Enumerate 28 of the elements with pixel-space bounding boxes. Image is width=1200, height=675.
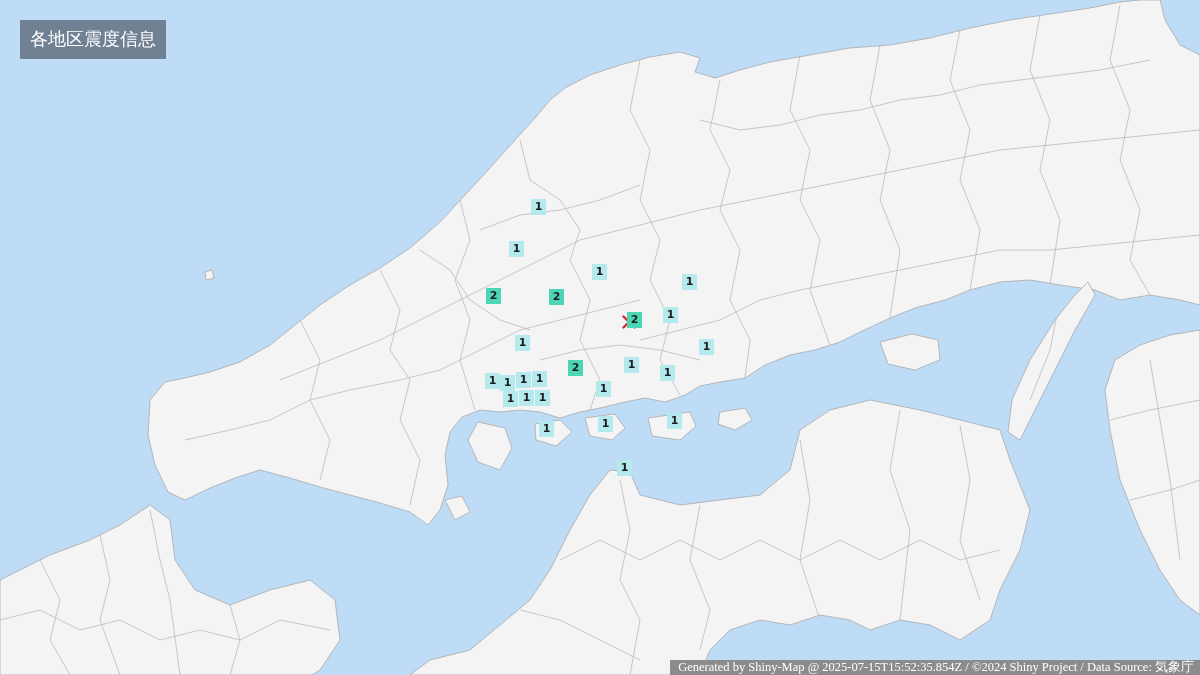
intensity-marker: 1 xyxy=(667,413,682,429)
intensity-marker: 1 xyxy=(535,390,550,406)
intensity-marker: 1 xyxy=(532,371,547,387)
intensity-marker: 1 xyxy=(503,391,518,407)
intensity-marker: 1 xyxy=(515,335,530,351)
intensity-marker: 1 xyxy=(660,365,675,381)
intensity-marker: 1 xyxy=(699,339,714,355)
intensity-marker: 1 xyxy=(516,372,531,388)
intensity-marker: 1 xyxy=(596,381,611,397)
map-title: 各地区震度信息 xyxy=(20,20,166,59)
intensity-marker: 1 xyxy=(617,460,632,476)
intensity-marker: 1 xyxy=(509,241,524,257)
epicenter-x-icon xyxy=(622,315,636,329)
intensity-marker: 1 xyxy=(500,375,515,391)
intensity-marker: 1 xyxy=(485,373,500,389)
intensity-marker: 1 xyxy=(519,390,534,406)
intensity-marker: 1 xyxy=(663,307,678,323)
intensity-marker: 2 xyxy=(486,288,501,304)
intensity-marker: 2 xyxy=(549,289,564,305)
intensity-marker: 1 xyxy=(592,264,607,280)
intensity-marker: 1 xyxy=(682,274,697,290)
intensity-marker: 2 xyxy=(627,312,642,328)
intensity-marker: 1 xyxy=(539,421,554,437)
intensity-marker: 1 xyxy=(598,416,613,432)
intensity-marker: 1 xyxy=(624,357,639,373)
attribution-text: Generated by Shiny-Map @ 2025-07-15T15:52:35.854Z / ©2024 Shiny Project / Data Source: 気象庁 xyxy=(670,660,1200,675)
intensity-marker: 2 xyxy=(568,360,583,376)
intensity-marker: 1 xyxy=(531,199,546,215)
